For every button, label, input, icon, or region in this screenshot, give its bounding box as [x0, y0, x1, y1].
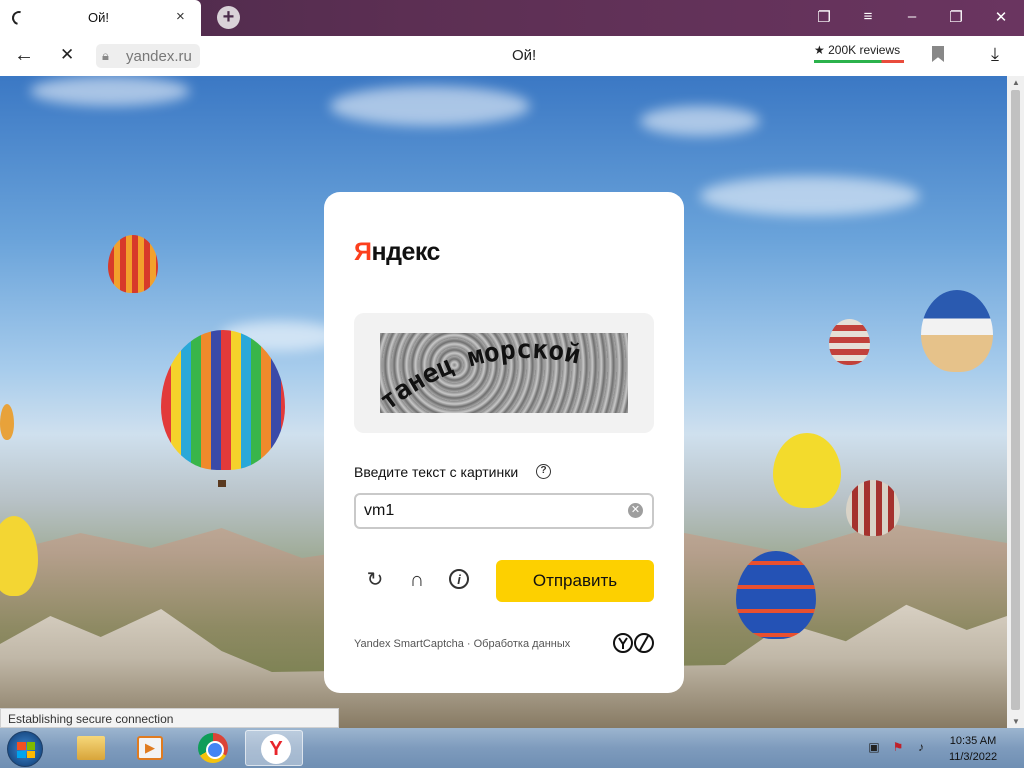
browser-tab[interactable]: Ой! ×: [0, 0, 201, 36]
close-window-button[interactable]: ✕: [991, 8, 1011, 26]
reviews-badge[interactable]: ★ 200K reviews: [814, 43, 900, 57]
captcha-image-frame: танец морской: [354, 313, 654, 433]
screen: Ой! × + ❐ ≡ – ❐ ✕ ← ✕ 🔒︎ yandex.ru Ой! ★…: [0, 0, 1024, 768]
start-button[interactable]: [7, 731, 43, 767]
hot-air-balloon: [0, 404, 14, 440]
reviews-rating-bar: [814, 60, 904, 63]
cloud: [700, 176, 920, 216]
captcha-prompt-label: Введите текст с картинки: [354, 464, 519, 480]
taskbar-explorer[interactable]: [60, 730, 118, 766]
download-icon[interactable]: ⤓: [991, 44, 999, 65]
lock-icon[interactable]: 🔒︎: [102, 48, 109, 64]
hot-air-balloon: [846, 480, 900, 536]
loading-spinner-icon: [9, 8, 29, 28]
taskbar-chrome[interactable]: [182, 730, 240, 766]
captcha-text: танец морской: [380, 335, 583, 413]
hot-air-balloon: [108, 235, 158, 293]
tab-manager-icon[interactable]: ❐: [814, 8, 834, 26]
taskbar-media-player[interactable]: ▶: [120, 730, 178, 766]
back-button[interactable]: ←: [14, 44, 34, 67]
windows-taskbar: ▶ Y ▣ ⚑ ♪ 10:35 AM 11/3/2022: [0, 728, 1024, 768]
svg-text:танец морской: танец морской: [380, 335, 583, 413]
captcha-answer-input[interactable]: [354, 493, 654, 529]
url-text: yandex.ru: [126, 48, 192, 65]
audio-headphones-icon[interactable]: ∩: [406, 569, 428, 591]
new-tab-button[interactable]: +: [217, 6, 240, 29]
taskbar-clock[interactable]: 10:35 AM 11/3/2022: [934, 733, 1012, 765]
browser-tab-bar: Ой! × + ❐ ≡ – ❐ ✕: [0, 0, 1024, 36]
menu-icon[interactable]: ≡: [858, 8, 878, 25]
tab-title: Ой!: [88, 10, 109, 25]
tray-network-icon[interactable]: ▣: [867, 740, 881, 754]
help-icon[interactable]: ?: [536, 464, 551, 479]
scroll-up-arrow-icon[interactable]: ▲: [1012, 78, 1020, 87]
vertical-scrollbar[interactable]: ▲ ▼: [1007, 76, 1024, 728]
yandex-logo: Яндекс: [354, 238, 440, 266]
cloud: [30, 76, 190, 106]
balloon-basket: [218, 480, 226, 487]
hot-air-balloon: [921, 290, 993, 372]
folder-icon: [77, 736, 105, 760]
hot-air-balloon: [0, 516, 38, 596]
scroll-down-arrow-icon[interactable]: ▼: [1012, 717, 1020, 726]
restore-button[interactable]: ❐: [946, 8, 966, 26]
hot-air-balloon: [161, 330, 285, 470]
address-bar-row: ← ✕ 🔒︎ yandex.ru Ой! ★ 200K reviews ⤓: [0, 36, 1024, 76]
status-bar: Establishing secure connection: [0, 708, 339, 728]
chrome-icon: [198, 733, 228, 763]
hot-air-balloon: [736, 551, 816, 639]
windows-logo-icon: [17, 742, 35, 758]
bookmark-icon[interactable]: [932, 46, 944, 62]
clock-date: 11/3/2022: [948, 751, 998, 763]
page-title: Ой!: [512, 47, 537, 64]
yandex-browser-icon: Y: [261, 734, 291, 764]
submit-button[interactable]: Отправить: [496, 560, 654, 602]
clock-time: 10:35 AM: [949, 735, 997, 747]
url-box[interactable]: 🔒︎ yandex.ru: [96, 44, 200, 68]
media-player-icon: ▶: [137, 736, 163, 760]
clear-input-icon[interactable]: ✕: [628, 503, 643, 518]
tray-action-center-icon[interactable]: ⚑: [891, 740, 905, 754]
cloud: [330, 86, 530, 126]
minimize-button[interactable]: –: [902, 8, 922, 25]
stop-loading-button[interactable]: ✕: [60, 45, 74, 65]
smartcaptcha-logo-icon: [613, 633, 654, 653]
cloud: [640, 106, 760, 136]
captcha-card: Яндекс танец морской Введите текст с кар…: [324, 192, 684, 693]
captcha-image: танец морской: [380, 333, 628, 413]
scrollbar-thumb[interactable]: [1011, 90, 1020, 710]
taskbar-yandex-browser[interactable]: Y: [245, 730, 303, 766]
tab-close-button[interactable]: ×: [176, 8, 185, 25]
info-icon[interactable]: i: [449, 569, 469, 589]
captcha-footer[interactable]: Yandex SmartCaptcha · Обработка данных: [354, 638, 570, 650]
refresh-icon[interactable]: ↻: [364, 569, 386, 591]
tray-volume-icon[interactable]: ♪: [914, 740, 928, 754]
hot-air-balloon: [773, 433, 841, 508]
hot-air-balloon: [829, 319, 870, 365]
